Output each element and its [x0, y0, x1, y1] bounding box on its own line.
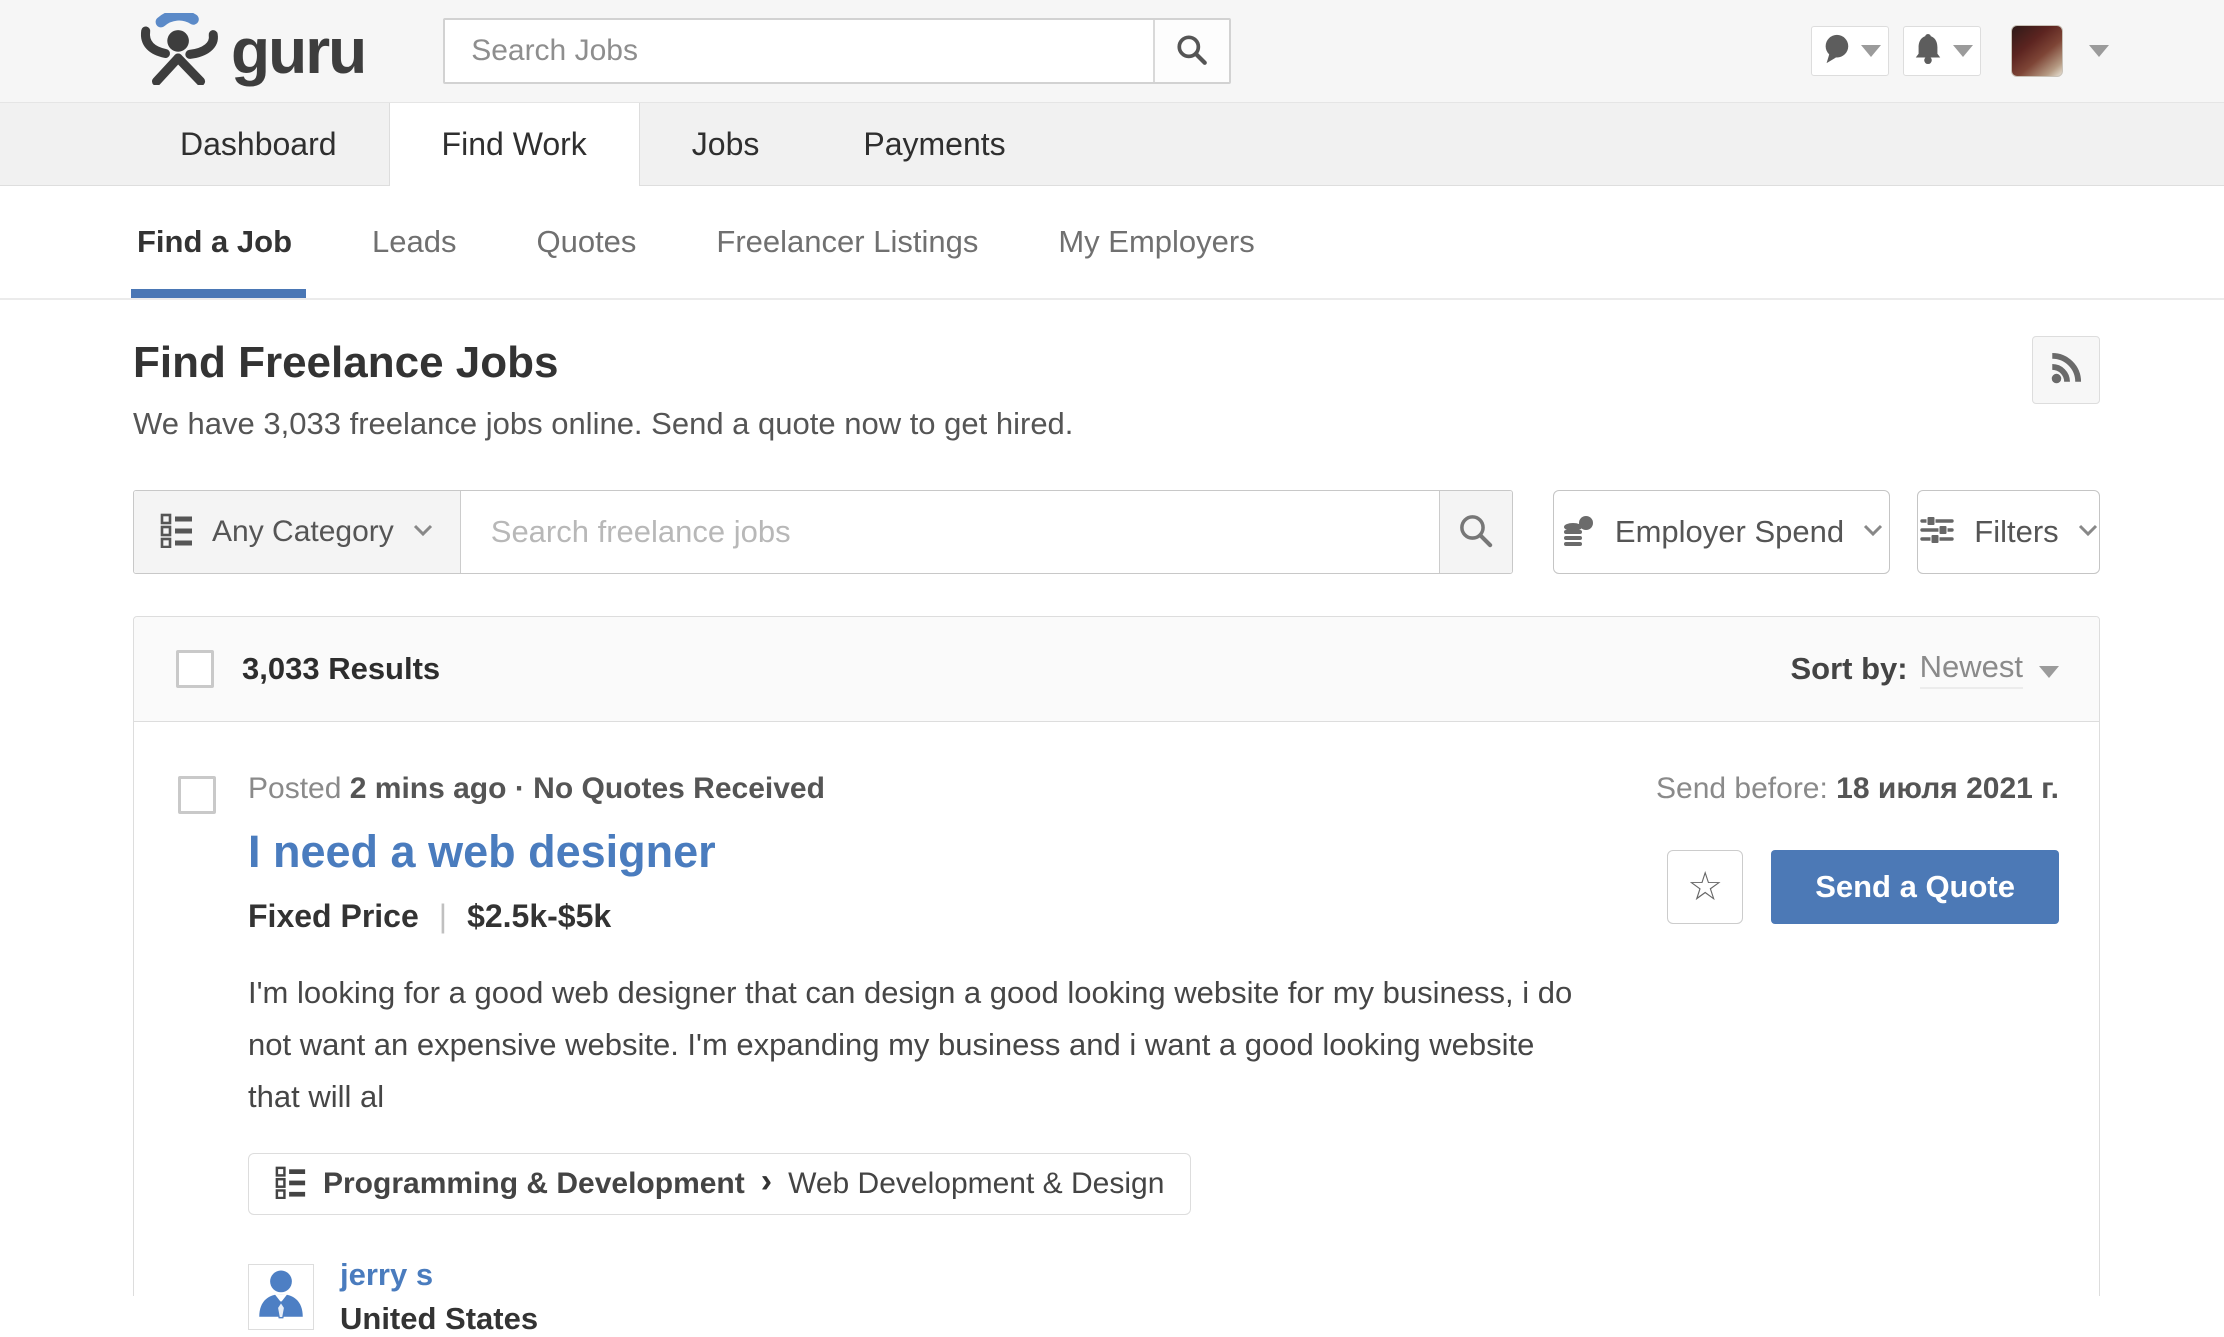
employer-location: United States [340, 1301, 538, 1337]
chevron-down-icon [1862, 523, 1884, 542]
notifications-icon [1912, 32, 1944, 71]
employer-name-link[interactable]: jerry s [340, 1257, 538, 1293]
subnav-find-a-job[interactable]: Find a Job [133, 186, 296, 298]
header-right-cluster [1811, 25, 2109, 77]
guru-logo-text: guru [231, 14, 365, 88]
tab-jobs[interactable]: Jobs [640, 103, 812, 185]
tab-dashboard[interactable]: Dashboard [128, 103, 389, 185]
page-title: Find Freelance Jobs [133, 338, 2100, 388]
send-before-label: Send before: [1656, 772, 1828, 805]
header-search [443, 18, 1231, 84]
job-action-buttons: ☆ Send a Quote [1667, 850, 2059, 924]
user-avatar[interactable] [2011, 25, 2063, 77]
subnav-quotes[interactable]: Quotes [532, 186, 640, 298]
subnav-freelancer-listings[interactable]: Freelancer Listings [712, 186, 982, 298]
price-separator: | [419, 898, 467, 934]
posted-time: 2 mins ago [350, 772, 507, 805]
filters-label: Filters [1974, 514, 2058, 550]
subnav-leads[interactable]: Leads [368, 186, 460, 298]
job-checkbox[interactable] [178, 776, 216, 814]
rss-icon [2047, 349, 2085, 392]
filter-bar: Any Category [133, 490, 2100, 574]
page-head: Find Freelance Jobs We have 3,033 freela… [0, 300, 2224, 442]
price-type: Fixed Price [248, 898, 419, 934]
sort-dropdown[interactable]: Sort by: Newest [1791, 649, 2060, 689]
job-main: Posted 2 mins ago · No Quotes Received I… [248, 772, 1579, 1337]
send-before-date: 18 июля 2021 г. [1836, 772, 2059, 805]
job-search-combo: Any Category [133, 490, 1513, 574]
job-price: Fixed Price|$2.5k-$5k [248, 898, 1579, 935]
guru-logo[interactable]: guru [133, 13, 365, 90]
posted-label: Posted [248, 772, 341, 805]
category-dropdown-label: Any Category [212, 515, 394, 549]
meta-dot: · [515, 772, 525, 805]
guru-logo-icon [133, 13, 225, 90]
search-jobs-button[interactable] [1153, 20, 1229, 82]
rss-feed-button[interactable] [2032, 336, 2100, 404]
chevron-right-icon: › [761, 1164, 772, 1198]
filters-icon [1918, 511, 1956, 554]
employer-spend-icon [1559, 511, 1597, 554]
caret-down-icon [1953, 45, 1973, 57]
favorite-button[interactable]: ☆ [1667, 850, 1743, 924]
chevron-down-icon [2077, 523, 2099, 542]
messages-menu-button[interactable] [1811, 26, 1889, 76]
page-subtitle: We have 3,033 freelance jobs online. Sen… [133, 406, 2100, 442]
freelance-jobs-search-button[interactable] [1439, 491, 1512, 573]
job-description: I'm looking for a good web designer that… [248, 967, 1579, 1123]
sort-by-label: Sort by: [1791, 651, 1908, 687]
messages-icon [1820, 32, 1852, 71]
account-menu-caret[interactable] [2089, 45, 2109, 57]
results-count: 3,033 Results [242, 651, 440, 687]
employer-avatar[interactable] [248, 1264, 314, 1330]
category-icon [275, 1165, 307, 1204]
job-category-chip[interactable]: Programming & Development › Web Developm… [248, 1153, 1191, 1215]
caret-down-icon [1861, 45, 1881, 57]
search-icon [1456, 511, 1496, 554]
subnav-my-employers[interactable]: My Employers [1054, 186, 1258, 298]
quotes-status: No Quotes Received [533, 772, 825, 805]
tab-find-work[interactable]: Find Work [389, 103, 640, 186]
chevron-down-icon [412, 523, 434, 542]
send-before: Send before: 18 июля 2021 г. [1656, 772, 2059, 806]
employer-spend-label: Employer Spend [1615, 514, 1844, 550]
job-subcategory: Web Development & Design [788, 1167, 1164, 1201]
price-range: $2.5k-$5k [467, 898, 611, 934]
select-all-checkbox[interactable] [176, 650, 214, 688]
notifications-menu-button[interactable] [1903, 26, 1981, 76]
results-panel: 3,033 Results Sort by: Newest Posted 2 m… [133, 616, 2100, 1296]
favorite-icon: ☆ [1687, 864, 1723, 910]
job-title-link[interactable]: I need a web designer [248, 826, 1579, 878]
results-header: 3,033 Results Sort by: Newest [134, 617, 2099, 722]
sort-value: Newest [1920, 649, 2023, 689]
avatar-icon [252, 1266, 310, 1329]
search-jobs-input[interactable] [445, 20, 1153, 82]
main-nav: Dashboard Find Work Jobs Payments [0, 103, 2224, 186]
employer-spend-dropdown[interactable]: Employer Spend [1553, 490, 1890, 574]
job-meta: Posted 2 mins ago · No Quotes Received [248, 772, 1579, 806]
job-side-actions: Send before: 18 июля 2021 г. ☆ Send a Qu… [1579, 772, 2059, 1337]
top-header: guru [0, 0, 2224, 103]
job-employer: jerry s United States [248, 1257, 1579, 1337]
caret-down-icon [2039, 666, 2059, 678]
send-quote-button[interactable]: Send a Quote [1771, 850, 2059, 924]
sub-nav: Find a Job Leads Quotes Freelancer Listi… [0, 186, 2224, 300]
employer-info: jerry s United States [340, 1257, 538, 1337]
search-icon [1174, 32, 1210, 71]
category-dropdown[interactable]: Any Category [134, 491, 461, 573]
job-category: Programming & Development [323, 1167, 745, 1201]
category-icon [160, 512, 194, 553]
job-listing: Posted 2 mins ago · No Quotes Received I… [134, 722, 2099, 1337]
freelance-jobs-search-input[interactable] [461, 491, 1439, 573]
tab-payments[interactable]: Payments [811, 103, 1057, 185]
filters-dropdown[interactable]: Filters [1917, 490, 2100, 574]
